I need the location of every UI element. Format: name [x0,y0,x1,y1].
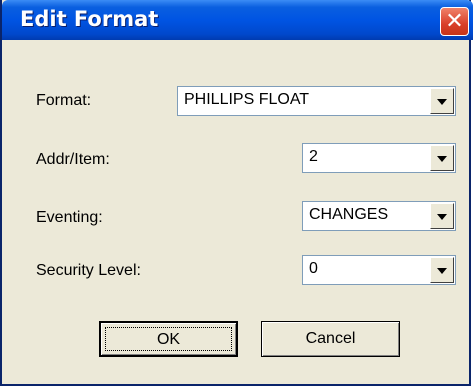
chevron-down-icon[interactable] [430,145,454,171]
chevron-down-icon[interactable] [430,257,454,283]
addr-item-label: Addr/Item: [36,151,110,168]
edit-format-dialog: Edit Format ✕ Format: PHILLIPS FLOAT Add… [0,0,473,386]
addr-item-dropdown[interactable]: 2 [302,143,456,173]
format-value: PHILLIPS FLOAT [184,91,310,108]
chevron-down-icon[interactable] [430,88,454,114]
focus-rectangle [105,327,232,351]
eventing-dropdown[interactable]: CHANGES [302,201,456,231]
chevron-down-icon[interactable] [430,203,454,229]
cancel-button-label: Cancel [305,330,356,347]
ok-button[interactable]: OK [99,321,238,357]
cancel-button[interactable]: Cancel [261,321,400,357]
addr-item-value: 2 [309,148,318,165]
dialog-title: Edit Format [20,7,159,31]
eventing-value: CHANGES [309,206,389,223]
close-icon: ✕ [445,9,464,34]
close-button[interactable]: ✕ [440,7,469,36]
security-level-value: 0 [309,260,318,277]
eventing-label: Eventing: [36,209,103,226]
format-dropdown[interactable]: PHILLIPS FLOAT [177,86,456,116]
title-bar[interactable]: Edit Format ✕ [2,0,473,40]
security-level-dropdown[interactable]: 0 [302,255,456,285]
security-level-label: Security Level: [36,262,141,279]
format-label: Format: [36,92,92,109]
